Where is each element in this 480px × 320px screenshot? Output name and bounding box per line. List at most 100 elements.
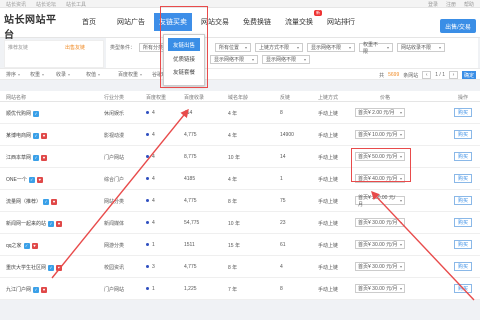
site-name-cell[interactable]: 新闻网一起来的站 ✓ ♥ [6,220,63,227]
buy-button[interactable]: 购买 [454,196,472,205]
site-name-cell[interactable]: 某博电商网 ✓ ♥ [6,132,48,139]
filter-select[interactable]: 上链方式不限 ▾ [255,43,304,52]
chevron-down-icon: ▾ [68,72,71,77]
sell-button[interactable]: 出售/交易 [440,19,476,33]
top-link[interactable]: 站长工具 [66,1,86,8]
chevron-down-icon: ▾ [349,45,352,50]
nav-rank[interactable]: 网站排行 [322,13,360,31]
filter-select[interactable]: 显示网络不限 ▾ [262,55,310,64]
price-select[interactable]: 首页¥ 40.00 元/月 ▾ [355,174,405,183]
filter-select[interactable]: 网站收录不限 ▾ [397,43,446,52]
column-header[interactable]: 网站名称 [6,94,26,101]
column-header: 操作 [458,95,469,101]
site-name[interactable]: 九江门户网 [6,286,31,293]
site-name-cell[interactable]: 重庆大学生社区网 ✓ ♥ [6,264,63,271]
site-name[interactable]: 重庆大学生社区网 [6,264,46,271]
dropdown-item-package[interactable]: 友链套餐 [164,65,204,78]
sort-item[interactable]: 收录 ▾ [56,71,70,78]
site-name[interactable]: 新闻网一起来的站 [6,220,46,227]
chevron-down-icon: ▾ [251,57,254,62]
hot-icon: ♥ [36,176,43,183]
hot-icon: ♥ [51,198,58,205]
column-header[interactable]: 行业分类 [104,94,124,101]
verified-icon: ✓ [33,132,40,139]
sort-item[interactable]: 百度权重 ▾ [118,71,142,78]
buy-button[interactable]: 购买 [454,262,472,271]
price-select[interactable]: 首页¥ 10.00 元/月 ▾ [355,130,405,139]
nav-home[interactable]: 首页 [70,13,108,31]
index-cell: 1511 [184,242,195,248]
table-row: 江西本草网 ✓ ♥ 门户网站 4 8,775 10 年 14 手动上链 首页¥ 50.00 元/月… [0,146,480,168]
help-link[interactable]: 帮助 [464,1,474,8]
weight-cell: 4 [146,176,155,182]
nav-traffic[interactable]: 流量交换新 [280,10,322,31]
buy-button[interactable]: 购买 [454,130,472,139]
nav-link-trade[interactable]: 友链买卖 [154,13,192,31]
price-select[interactable]: 首页¥ 30.00 元/月 ▾ [355,284,405,293]
column-header[interactable]: 反链 [280,94,290,101]
buy-button[interactable]: 购买 [454,108,472,117]
site-name-cell[interactable]: 江西本草网 ✓ ♥ [6,154,48,161]
filter-select[interactable]: 显示网络不限 ▾ [307,43,356,52]
buy-button[interactable]: 购买 [454,152,472,161]
sort-item[interactable]: 权重 ▾ [30,71,44,78]
filter-select[interactable]: 权重不限 ▾ [359,42,394,55]
price-select[interactable]: 首页¥ 30.00 元/月 ▾ [355,218,405,227]
hot-icon: ♥ [41,286,48,293]
buy-button[interactable]: 购买 [454,174,472,183]
top-link[interactable]: 站长资讯 [6,1,26,8]
nav-ads[interactable]: 网站广告 [112,13,150,31]
site-name-cell[interactable]: 九江门户网 ✓ ♥ [6,286,48,293]
dropdown-item-sell[interactable]: 友链出售 [168,38,200,51]
sort-item[interactable]: 排序 ▾ [6,71,20,78]
table-row: 重庆大学生社区网 ✓ ♥ 校园资讯 3 4,775 8 年 4 手动上链 首页¥ 30.00 元/… [0,256,480,278]
site-name[interactable]: 顺优代购网 [6,110,31,117]
buy-button[interactable]: 购买 [454,240,472,249]
price-select[interactable]: 首页¥ 30.00 元/月 ▾ [355,262,405,271]
nav-site-trade[interactable]: 网站交易 [196,13,234,31]
site-name[interactable]: 某博电商网 [6,132,31,139]
nav-free-exchange[interactable]: 免费换链 [238,13,276,31]
price-select[interactable]: 首页¥ 30.00 元/月 ▾ [355,240,405,249]
links-cell: 14 [280,154,286,160]
site-name-cell[interactable]: 流量网（推荐） ✓ ♥ [6,198,58,205]
table-row: 九江门户网 ✓ ♥ 门户网站 1 1,225 7 年 8 手动上链 首页¥ 30.00 元/月 ▾ 购… [0,278,480,300]
column-header[interactable]: 价格 [380,94,390,101]
filter-select[interactable]: 显示网络不限 ▾ [210,55,258,64]
buy-button[interactable]: 购买 [454,218,472,227]
prev-page-button[interactable]: ‹ [422,71,432,79]
login-link[interactable]: 登录 [428,1,438,8]
age-cell: 4 年 [228,177,238,183]
site-name[interactable]: 流量网（推荐） [6,198,41,205]
register-link[interactable]: 注册 [446,1,456,8]
filter-select[interactable]: 所有位置 ▾ [215,43,252,52]
weight-dot-icon [146,133,149,137]
buy-button[interactable]: 购买 [454,284,472,293]
weight-dot-icon [146,177,149,181]
dropdown-item-quality[interactable]: 优质链接 [164,52,204,65]
age-cell: 15 年 [228,243,240,249]
site-name-cell[interactable]: ONE一个 ✓ ♥ [6,176,43,183]
promo-value[interactable]: 出售友链 [65,44,85,51]
price-select[interactable]: 首页¥ 2.00 元/月 ▾ [355,108,405,117]
nav-label: 首页 [82,19,96,26]
nav-dropdown-menu: 友链出售 优质链接 友链套餐 [163,34,205,86]
column-header[interactable]: 百度权重 [146,94,166,101]
top-link[interactable]: 站长论坛 [36,1,56,8]
price-select[interactable]: 首页¥ 50.00 元/月 ▾ [355,152,405,161]
next-page-button[interactable]: › [449,71,458,79]
site-name[interactable]: 江西本草网 [6,154,31,161]
site-name-cell[interactable]: 顺优代购网 ✓ [6,110,40,117]
price-select[interactable]: 首页¥ 290.00 元/月 ▾ [355,195,405,208]
column-header[interactable]: 域名年龄 [228,94,248,101]
site-name[interactable]: ONE一个 [6,176,27,183]
column-header[interactable]: 百度收录 [184,94,204,101]
weight-dot-icon [146,221,149,225]
site-logo[interactable]: 站长网站平台 站长买卖交易平台 [4,11,66,47]
method-cell: 手动上链 [318,287,339,293]
site-name-cell[interactable]: qq之家 ✓ ♥ [6,242,38,249]
sort-item[interactable]: 权值 ▾ [86,71,100,78]
confirm-button[interactable]: 确定 [462,71,476,79]
site-name[interactable]: qq之家 [6,242,22,249]
column-header[interactable]: 上链方式 [318,94,338,101]
